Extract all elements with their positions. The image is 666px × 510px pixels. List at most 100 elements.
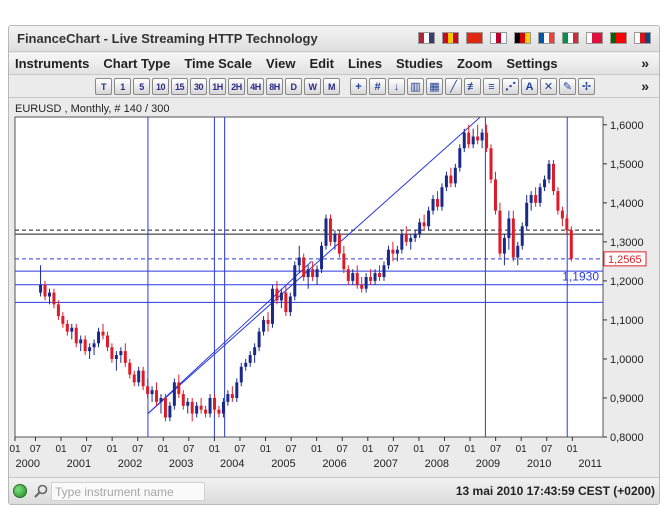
x-tick-label: 07 bbox=[337, 444, 349, 455]
candle-body bbox=[471, 136, 475, 145]
timeframe-4h-button[interactable]: 4H bbox=[247, 78, 264, 95]
es-flag[interactable] bbox=[442, 32, 459, 44]
arrow-down-icon[interactable]: ↓ bbox=[388, 78, 405, 95]
current-price-label: 1,2565 bbox=[608, 254, 642, 266]
cz-flag[interactable] bbox=[634, 32, 651, 44]
y-tick-label: 1,1000 bbox=[610, 315, 644, 327]
bar-chart-red-icon[interactable]: ▦ bbox=[426, 78, 443, 95]
candle-body bbox=[208, 397, 212, 414]
x-year-label: 2000 bbox=[16, 458, 40, 470]
timeframe-d-button[interactable]: D bbox=[285, 78, 302, 95]
candle-body bbox=[297, 257, 301, 266]
pencil-icon[interactable]: ✎ bbox=[559, 78, 576, 95]
cn-flag[interactable] bbox=[466, 32, 483, 44]
candle-body bbox=[39, 284, 43, 293]
timeframe-1h-button[interactable]: 1H bbox=[209, 78, 226, 95]
y-tick-label: 0,9000 bbox=[610, 393, 644, 405]
candle-body bbox=[395, 249, 399, 254]
candle-body bbox=[569, 230, 573, 259]
timeframe-m-button[interactable]: M bbox=[323, 78, 340, 95]
x-tick-label: 01 bbox=[362, 444, 374, 455]
timeframe-w-button[interactable]: W bbox=[304, 78, 321, 95]
menu-instruments[interactable]: Instruments bbox=[15, 56, 89, 71]
candle bbox=[302, 253, 306, 281]
candle-body bbox=[449, 175, 453, 184]
x-year-label: 2007 bbox=[373, 458, 397, 470]
channel-icon[interactable]: ≢ bbox=[464, 78, 481, 95]
menu-view[interactable]: View bbox=[266, 56, 295, 71]
candle-body bbox=[328, 218, 332, 242]
crosshair-icon[interactable]: + bbox=[350, 78, 367, 95]
text-icon[interactable]: A bbox=[521, 78, 538, 95]
x-year-label: 2008 bbox=[425, 458, 449, 470]
candle-body bbox=[489, 148, 493, 180]
menu-lines[interactable]: Lines bbox=[348, 56, 382, 71]
candle-body bbox=[444, 175, 448, 188]
candle bbox=[172, 378, 176, 410]
y-tick-label: 0,8000 bbox=[610, 432, 644, 444]
fr-flag[interactable] bbox=[538, 32, 555, 44]
menu-overflow-button[interactable]: » bbox=[641, 55, 649, 71]
candle-body bbox=[534, 195, 538, 203]
timeframe-15-button[interactable]: 15 bbox=[171, 78, 188, 95]
us-flag[interactable] bbox=[418, 32, 435, 44]
timeframe-2h-button[interactable]: 2H bbox=[228, 78, 245, 95]
grid-icon[interactable]: # bbox=[369, 78, 386, 95]
timeframe-t-button[interactable]: T bbox=[95, 78, 112, 95]
candle-body bbox=[409, 237, 413, 242]
x-tick-label: 01 bbox=[413, 444, 425, 455]
price-chart[interactable]: EURUSD , Monthly, # 140 / 300 1,6000 1,50… bbox=[9, 99, 659, 476]
timeframe-10-button[interactable]: 10 bbox=[152, 78, 169, 95]
menu-studies[interactable]: Studies bbox=[396, 56, 443, 71]
timeframe-5-button[interactable]: 5 bbox=[133, 78, 150, 95]
y-tick-label: 1,5000 bbox=[610, 159, 644, 171]
it-flag[interactable] bbox=[562, 32, 579, 44]
erase-icon[interactable]: ✕ bbox=[540, 78, 557, 95]
fan-icon[interactable]: ⋰ bbox=[502, 78, 519, 95]
candle-body bbox=[235, 382, 239, 398]
candle-body bbox=[404, 234, 408, 242]
candle-body bbox=[52, 292, 56, 305]
candle-body bbox=[204, 409, 208, 414]
application-window: FinanceChart - Live Streaming HTTP Techn… bbox=[8, 25, 660, 505]
candle-body bbox=[440, 187, 444, 207]
candle-body bbox=[141, 370, 145, 387]
search-icon[interactable] bbox=[33, 483, 49, 499]
bar-chart-icon[interactable]: ▥ bbox=[407, 78, 424, 95]
candle-body bbox=[70, 327, 74, 332]
candle-body bbox=[538, 187, 542, 203]
candle-body bbox=[284, 292, 288, 313]
pin-icon[interactable]: ✢ bbox=[578, 78, 595, 95]
trend-line-icon[interactable]: ╱ bbox=[445, 78, 462, 95]
candle-body bbox=[333, 234, 337, 242]
menu-time-scale[interactable]: Time Scale bbox=[184, 56, 252, 71]
x-tick-label: 07 bbox=[388, 444, 400, 455]
pt-flag[interactable] bbox=[610, 32, 627, 44]
candle-body bbox=[56, 304, 60, 317]
menu-chart-type[interactable]: Chart Type bbox=[103, 56, 170, 71]
jp-flag[interactable] bbox=[490, 32, 507, 44]
candle bbox=[569, 226, 573, 262]
candle-body bbox=[551, 163, 555, 192]
candle-body bbox=[186, 401, 190, 406]
de-flag[interactable] bbox=[514, 32, 531, 44]
candle-body bbox=[101, 331, 105, 336]
pl-flag[interactable] bbox=[586, 32, 603, 44]
toolbar-overflow-button[interactable]: » bbox=[641, 78, 649, 94]
candle-body bbox=[97, 331, 101, 344]
menu-settings[interactable]: Settings bbox=[506, 56, 557, 71]
candle bbox=[320, 241, 324, 274]
server-timestamp: 13 mai 2010 17:43:59 CEST (+0200) bbox=[455, 484, 655, 498]
instrument-search-input[interactable] bbox=[51, 482, 205, 501]
menu-zoom[interactable]: Zoom bbox=[457, 56, 492, 71]
timeframe-30-button[interactable]: 30 bbox=[190, 78, 207, 95]
candle-body bbox=[288, 296, 292, 313]
timeframe-1-button[interactable]: 1 bbox=[114, 78, 131, 95]
menu-edit[interactable]: Edit bbox=[309, 56, 334, 71]
candle-body bbox=[400, 234, 404, 250]
timeframe-8h-button[interactable]: 8H bbox=[266, 78, 283, 95]
candle-body bbox=[436, 198, 440, 207]
x-tick-label: 07 bbox=[30, 444, 42, 455]
fibonacci-icon[interactable]: ≡ bbox=[483, 78, 500, 95]
candle bbox=[328, 214, 332, 246]
